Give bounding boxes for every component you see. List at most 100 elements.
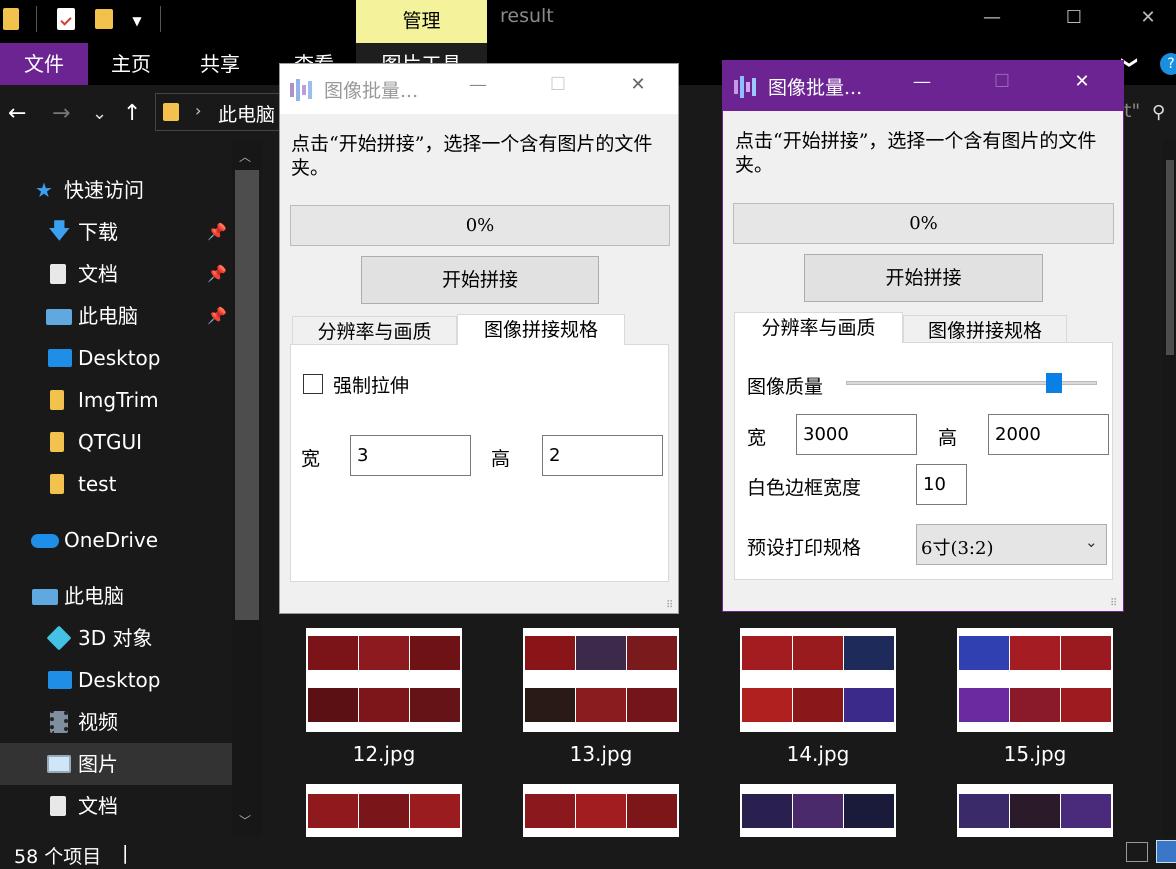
tab-home[interactable]: 主页 <box>88 43 174 85</box>
content-scroll-thumb[interactable] <box>1166 160 1174 355</box>
status-bar <box>0 837 1176 863</box>
scroll-up-icon[interactable]: ︿ <box>239 148 251 165</box>
sidebar-item-label: ImgTrim <box>78 388 159 412</box>
file-thumbnail[interactable] <box>957 784 1113 837</box>
up-arrow-icon[interactable]: ↑ <box>123 100 141 128</box>
tab-panel-resolution-quality: 图像质量 宽 3000 高 2000 白色边框宽度 10 预设打印规格 6寸(3… <box>734 342 1113 580</box>
sidebar-scroll-thumb[interactable] <box>235 170 259 620</box>
window-title: result <box>500 5 554 27</box>
sidebar-item-label: Desktop <box>78 346 161 370</box>
sidebar-item-label: QTGUI <box>78 430 142 454</box>
sidebar-item-desktop-2[interactable]: Desktop <box>0 659 232 701</box>
minimize-button[interactable]: — <box>458 74 498 95</box>
start-stitch-button[interactable]: 开始拼接 <box>804 254 1043 302</box>
sidebar-item-downloads[interactable]: 🡇 下载 📌 <box>0 211 232 253</box>
sidebar-item-3d-objects[interactable]: 3D 对象 <box>0 617 232 659</box>
maximize-button[interactable]: ☐ <box>982 71 1022 92</box>
file-name[interactable]: 15.jpg <box>957 742 1113 766</box>
sidebar-item-label: 文档 <box>78 262 118 286</box>
tab-file[interactable]: 文件 <box>0 43 88 85</box>
customize-toolbar-dropdown-icon[interactable]: ▼ <box>130 14 144 28</box>
width-label: 宽 <box>301 448 321 470</box>
file-thumbnail[interactable] <box>957 628 1113 732</box>
width-input[interactable]: 3 <box>350 435 471 476</box>
force-stretch-checkbox[interactable] <box>303 374 323 394</box>
close-button[interactable]: ✕ <box>1062 71 1102 92</box>
sidebar-item-this-pc-root[interactable]: 此电脑 <box>0 575 232 617</box>
search-input[interactable]: t" <box>1124 100 1140 122</box>
width-label: 宽 <box>747 427 767 449</box>
maximize-button[interactable]: ☐ <box>538 74 578 95</box>
tab-resolution-quality[interactable]: 分辨率与画质 <box>734 312 903 343</box>
tab-share[interactable]: 共享 <box>176 43 264 85</box>
file-thumbnail[interactable] <box>740 784 896 837</box>
pin-icon[interactable]: 📌 <box>207 211 227 253</box>
border-width-label: 白色边框宽度 <box>747 477 862 499</box>
quality-slider-handle[interactable] <box>1046 373 1063 393</box>
border-width-input[interactable]: 10 <box>916 464 967 505</box>
resize-grip-icon[interactable]: ⠿ <box>1110 598 1122 610</box>
breadcrumb-chevron-icon[interactable]: › <box>195 101 201 120</box>
file-thumbnail[interactable] <box>306 784 462 837</box>
sidebar-item-documents[interactable]: 文档 📌 <box>0 253 232 295</box>
large-icons-view-icon[interactable] <box>1156 840 1176 863</box>
file-thumbnail[interactable] <box>740 628 896 732</box>
sidebar-item-pictures[interactable]: 图片 <box>0 743 232 785</box>
preset-select[interactable]: 6寸(3:2) ⌄ <box>916 524 1107 565</box>
height-input[interactable]: 2000 <box>988 414 1109 455</box>
search-icon[interactable]: ⚲ <box>1152 102 1165 123</box>
maximize-button[interactable]: ☐ <box>1044 0 1104 36</box>
app-icon <box>734 76 762 98</box>
download-icon: 🡇 <box>48 219 71 244</box>
minimize-button[interactable]: — <box>962 0 1022 36</box>
sidebar-item-qtgui[interactable]: QTGUI <box>0 421 232 463</box>
folder-icon[interactable] <box>3 8 19 30</box>
sidebar-item-label: 下载 <box>78 220 118 244</box>
pin-icon[interactable]: 📌 <box>207 295 227 337</box>
file-thumbnail[interactable] <box>523 628 679 732</box>
file-thumbnail[interactable] <box>306 628 462 732</box>
help-icon[interactable]: ? <box>1160 53 1176 75</box>
forward-arrow-icon[interactable]: → <box>52 100 70 128</box>
pin-icon[interactable]: 📌 <box>207 253 227 295</box>
sidebar-item-videos[interactable]: 视频 <box>0 701 232 743</box>
sidebar-item-desktop[interactable]: Desktop <box>0 337 232 379</box>
status-separator: | <box>122 842 129 864</box>
height-input[interactable]: 2 <box>542 435 663 476</box>
sidebar-item-quick-access[interactable]: ★ 快速访问 <box>0 169 232 211</box>
breadcrumb-this-pc[interactable]: 此电脑 <box>218 100 275 127</box>
tab-resolution-quality[interactable]: 分辨率与画质 <box>292 316 457 346</box>
recent-locations-chevron-icon[interactable]: ⌄ <box>92 100 107 128</box>
start-stitch-button[interactable]: 开始拼接 <box>361 256 599 304</box>
file-thumbnail[interactable] <box>523 784 679 837</box>
details-view-icon[interactable] <box>1126 842 1148 862</box>
file-name[interactable]: 13.jpg <box>523 742 679 766</box>
instruction-text: 点击“开始拼接”，选择一个含有图片的文件夹。 <box>291 133 653 179</box>
sidebar-item-imgtrim[interactable]: ImgTrim <box>0 379 232 421</box>
expand-ribbon-icon[interactable]: ❯ <box>1121 56 1140 69</box>
file-name[interactable]: 14.jpg <box>740 742 896 766</box>
sidebar-item-documents-2[interactable]: 文档 <box>0 785 232 827</box>
sidebar-item-this-pc[interactable]: 此电脑 📌 <box>0 295 232 337</box>
resize-grip-icon[interactable]: ⠿ <box>666 600 678 612</box>
width-input[interactable]: 3000 <box>796 414 917 455</box>
toolbar-separator <box>36 6 37 32</box>
back-arrow-icon[interactable]: ← <box>8 100 26 128</box>
chevron-down-icon: ⌄ <box>1085 533 1098 551</box>
minimize-button[interactable]: — <box>902 71 942 92</box>
sidebar-item-test[interactable]: test <box>0 463 232 505</box>
contextual-tab-manage[interactable]: 管理 <box>356 0 487 43</box>
sidebar-item-onedrive[interactable]: OneDrive <box>0 519 232 561</box>
file-name[interactable]: 12.jpg <box>306 742 462 766</box>
height-label: 高 <box>938 427 958 449</box>
scroll-down-icon[interactable]: ﹀ <box>239 812 251 829</box>
sidebar-item-label: 快速访问 <box>64 178 144 202</box>
new-folder-icon[interactable] <box>95 9 113 29</box>
tab-stitch-spec[interactable]: 图像拼接规格 <box>457 314 625 345</box>
progress-bar: 0% <box>733 203 1114 244</box>
close-button[interactable]: ✕ <box>618 74 658 95</box>
properties-icon[interactable] <box>57 8 75 30</box>
desktop-icon <box>48 671 72 689</box>
tab-stitch-spec[interactable]: 图像拼接规格 <box>903 315 1067 345</box>
close-button[interactable]: ✕ <box>1118 0 1176 36</box>
